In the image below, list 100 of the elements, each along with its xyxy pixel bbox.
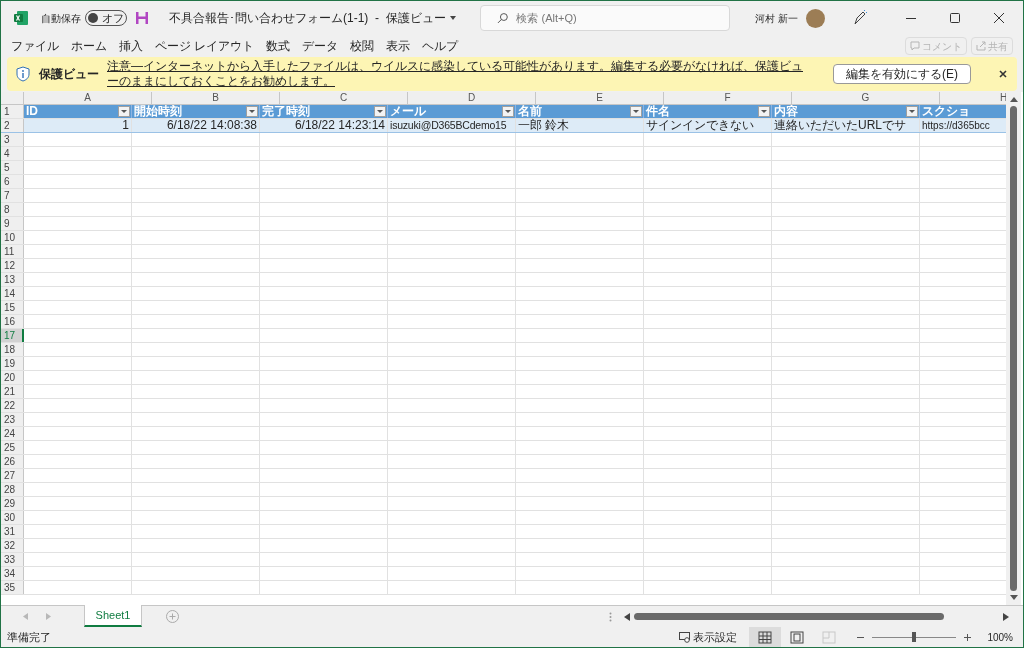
row-header[interactable]: 25 [1,441,24,454]
row-header[interactable]: 3 [1,133,24,146]
filter-dropdown-button[interactable] [906,106,918,117]
row-header[interactable]: 18 [1,343,24,356]
filter-dropdown-button[interactable] [758,106,770,117]
row-header[interactable]: 33 [1,553,24,566]
zoom-percent[interactable]: 100% [987,629,1013,645]
row-header[interactable]: 26 [1,455,24,468]
page-icon [821,629,838,645]
row-header[interactable]: 23 [1,413,24,426]
row-header[interactable]: 32 [1,539,24,552]
document-title[interactable]: 不具合報告･問い合わせフォーム(1-1) - 保護ビュー [169,9,456,27]
close-icon[interactable] [997,68,1009,80]
display-settings-button[interactable]: 表示設定 [679,628,738,646]
view-button[interactable] [749,627,782,647]
scroll-left-icon[interactable] [624,612,630,621]
row-header[interactable]: 29 [1,497,24,510]
table-cell: サインインできない [644,119,772,132]
row-header[interactable]: 17 [1,329,24,342]
menu-tab[interactable]: ファイル [11,37,59,55]
row-header[interactable]: 7 [1,189,24,202]
column-header[interactable]: F [664,92,792,104]
menu-tab[interactable]: 挿入 [119,37,143,55]
column-header[interactable]: D [408,92,536,104]
zoom-slider[interactable] [872,632,957,642]
table-header-cell: 内容 [772,105,920,118]
row-header[interactable]: 14 [1,287,24,300]
menu-tab[interactable]: ヘルプ [422,37,459,55]
row-header[interactable]: 20 [1,371,24,384]
row-header[interactable]: 2 [1,119,24,132]
close-icon [994,13,1004,23]
scroll-down-icon[interactable] [1009,595,1018,601]
row-header[interactable]: 6 [1,175,24,188]
row-header[interactable]: 1 [1,105,24,118]
row-header[interactable]: 11 [1,245,24,258]
row-header[interactable]: 15 [1,301,24,314]
search-icon [496,12,509,24]
scroll-up-icon[interactable] [1009,96,1018,102]
row-header[interactable]: 21 [1,385,24,398]
menu-tab[interactable]: 表示 [386,37,411,55]
column-header[interactable]: B [152,92,280,104]
status-text: 準備完了 [7,629,51,645]
table-cell: https://d365bcc [920,119,1006,132]
splitter-handle-icon[interactable] [609,611,612,622]
filter-dropdown-button[interactable] [246,106,258,117]
row-header[interactable]: 8 [1,203,24,216]
menu-tab[interactable]: 校閲 [350,37,375,55]
table-cell: 1 [24,119,132,132]
row-header[interactable]: 28 [1,483,24,496]
row-header[interactable]: 30 [1,511,24,524]
page-icon [789,629,806,645]
avatar[interactable] [806,8,825,28]
row-header[interactable]: 12 [1,259,24,272]
speech-bubble-icon [910,41,920,51]
filter-dropdown-button[interactable] [374,106,386,117]
column-header[interactable]: C [280,92,408,104]
zoom-in-icon[interactable] [964,633,972,641]
spreadsheet-app-icon [13,10,29,26]
share-icon [976,41,986,51]
column-header[interactable]: A [24,92,152,104]
row-header[interactable]: 5 [1,161,24,174]
filter-dropdown-button[interactable] [502,106,514,117]
grid-icon [757,629,774,645]
row-header[interactable]: 31 [1,525,24,538]
pen-icon[interactable] [853,10,867,26]
infobar-title: 保護ビュー [39,66,99,83]
column-header[interactable]: G [792,92,940,104]
enable-editing-button[interactable]: 編集を有効にする(E) [833,64,971,84]
row-header[interactable]: 16 [1,315,24,328]
row-header[interactable]: 4 [1,147,24,160]
infobar-message-link[interactable]: 注意―インターネットから入手したファイルは、ウイルスに感染している可能性があります。編集する必要がなければ、保護ビューのままにしておくことをお勧めします。 [107,59,807,89]
table-header-cell: メール [388,105,516,118]
table-cell: 連絡いただいたURLでサ [772,119,920,132]
filter-dropdown-button[interactable] [630,106,642,117]
row-header[interactable]: 24 [1,427,24,440]
table-header-cell: 開始時刻 [132,105,260,118]
row-header[interactable]: 13 [1,273,24,286]
table-cell: isuzuki@D365BCdemo15 [388,119,516,132]
column-header[interactable]: E [536,92,664,104]
filter-dropdown-button[interactable] [118,106,130,117]
row-header[interactable]: 19 [1,357,24,370]
row-header[interactable]: 9 [1,217,24,230]
search-input[interactable]: 検索 (Alt+Q) [516,9,713,27]
search-field[interactable]: 検索 (Alt+Q) [479,5,730,31]
menu-tab[interactable]: ページ レイアウト [155,37,255,55]
table-header-cell: 完了時刻 [260,105,388,118]
row-header[interactable]: 35 [1,581,24,594]
table-header-cell: 件名 [644,105,772,118]
row-header[interactable]: 22 [1,399,24,412]
row-header[interactable]: 27 [1,469,24,482]
vertical-scrollbar[interactable] [1006,92,1021,605]
row-header[interactable]: 10 [1,231,24,244]
scroll-right-icon[interactable] [1003,612,1009,621]
menu-tab[interactable]: 数式 [266,37,291,55]
sheet-tab[interactable]: Sheet1 [84,605,142,627]
row-header[interactable]: 34 [1,567,24,580]
minimize-icon [906,17,916,19]
autosave-label: 自動保存 [41,11,81,26]
menu-tab[interactable]: データ [302,37,339,55]
menu-tab[interactable]: ホーム [71,37,107,55]
